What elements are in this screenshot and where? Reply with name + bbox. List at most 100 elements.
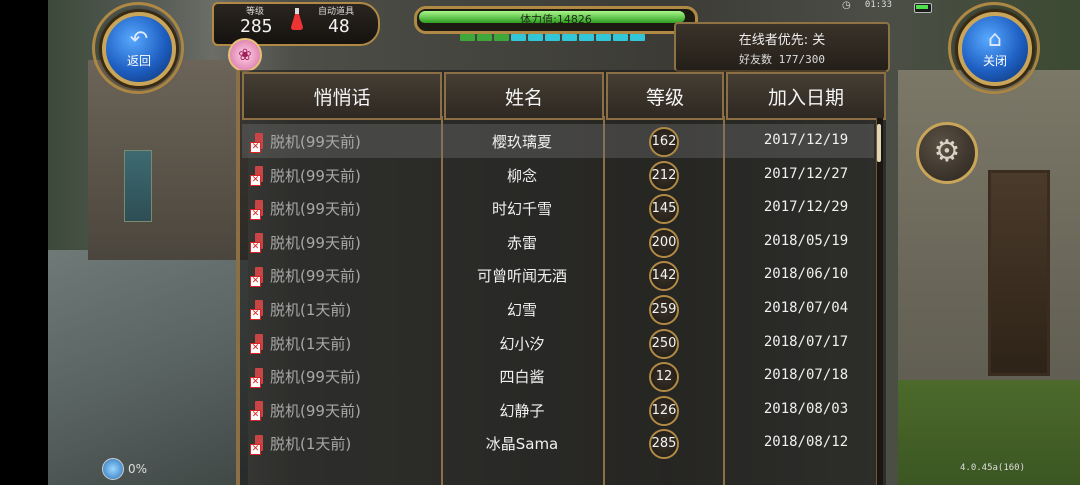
status-text: 脱机(99天前): [270, 166, 361, 185]
stamina-text: 体力值:14826: [520, 13, 592, 26]
scroll-thumb[interactable]: [877, 124, 881, 162]
friend-row[interactable]: ✕ 脱机(99天前) 赤雷 200 2018/05/19: [242, 225, 874, 259]
level-badge: 162: [649, 127, 679, 157]
energy-segment: [579, 34, 594, 41]
level-value: 285: [240, 16, 273, 37]
column-header-name[interactable]: 姓名: [444, 72, 604, 120]
gear-icon: ⚙: [933, 134, 961, 169]
whisper-status[interactable]: ✕ 脱机(99天前): [250, 232, 361, 254]
panel-border: [236, 70, 240, 485]
join-date: 2018/08/03: [763, 400, 849, 417]
status-text: 脱机(1天前): [270, 334, 352, 353]
energy-segment: [511, 34, 526, 41]
energy-segment: [528, 34, 543, 41]
join-date: 2018/05/19: [763, 232, 849, 249]
friend-row[interactable]: ✕ 脱机(1天前) 冰晶Sama 285 2018/08/12: [242, 426, 874, 460]
energy-segment: [562, 34, 577, 41]
energy-segment: [630, 34, 645, 41]
join-date: 2017/12/19: [763, 132, 849, 148]
status-text: 脱机(99天前): [270, 267, 361, 286]
level-badge: 212: [649, 160, 679, 191]
potion-icon: [291, 8, 303, 30]
friend-row[interactable]: ✕ 脱机(99天前) 时幻千雪 145 2017/12/29: [242, 191, 874, 225]
level-badge: 142: [649, 261, 679, 292]
offline-icon: ✕: [250, 401, 268, 422]
home-icon: ⌂: [988, 27, 1002, 52]
stamina-bar: 体力值:14826: [414, 6, 698, 34]
friend-row[interactable]: ✕ 脱机(99天前) 四白酱 12 2018/07/18: [242, 359, 874, 393]
level-badge: 145: [649, 194, 679, 225]
offline-icon: ✕: [250, 199, 268, 220]
level-badge: 250: [649, 328, 679, 359]
energy-segment: [460, 34, 475, 41]
street: [48, 250, 248, 485]
column-header-join-date[interactable]: 加入日期: [726, 72, 886, 120]
battery-icon: [914, 3, 932, 13]
column-header-level[interactable]: 等级: [606, 72, 724, 120]
settings-button[interactable]: ⚙: [916, 122, 978, 184]
whisper-status[interactable]: ✕ 脱机(1天前): [250, 433, 352, 455]
online-priority-toggle[interactable]: 在线者优先: 关 好友数 177/300: [674, 22, 890, 72]
loading-orb-icon: [102, 458, 124, 480]
level-badge: 259: [649, 294, 679, 325]
join-date: 2018/07/18: [763, 367, 849, 384]
level-badge: 126: [649, 395, 679, 426]
close-button[interactable]: ⌂ 关闭: [958, 12, 1032, 86]
offline-icon: ✕: [250, 367, 268, 388]
status-text: 脱机(1天前): [270, 435, 352, 454]
friend-name: 四白酱: [499, 368, 545, 387]
status-text: 脱机(99天前): [270, 133, 361, 151]
friend-count: 好友数 177/300: [739, 53, 825, 66]
whisper-status[interactable]: ✕ 脱机(1天前): [250, 333, 352, 355]
friend-row[interactable]: ✕ 脱机(99天前) 樱玖璃夏 162 2017/12/19: [242, 124, 874, 158]
friend-name: 幻静子: [499, 401, 545, 420]
building-left: [88, 60, 248, 260]
column-header-whisper[interactable]: 悄悄话: [242, 72, 442, 120]
friend-row[interactable]: ✕ 脱机(1天前) 幻小汐 250 2018/07/17: [242, 326, 874, 360]
offline-icon: ✕: [250, 266, 268, 287]
status-text: 脱机(99天前): [270, 233, 361, 252]
whisper-status[interactable]: ✕ 脱机(99天前): [250, 366, 361, 388]
join-date: 2018/07/17: [763, 333, 849, 350]
whisper-status[interactable]: ✕ 脱机(99天前): [250, 400, 361, 422]
auto-item-value: 48: [328, 16, 350, 37]
back-arrow-icon: ↶: [129, 27, 149, 52]
friend-row[interactable]: ✕ 脱机(99天前) 幻静子 126 2018/08/03: [242, 393, 874, 427]
whisper-status[interactable]: ✕ 脱机(99天前): [250, 265, 361, 287]
scrollbar[interactable]: [876, 118, 883, 485]
offline-icon: ✕: [250, 132, 268, 153]
join-date: 2018/08/12: [763, 434, 849, 451]
friend-name: 赤雷: [506, 233, 537, 252]
friend-name: 樱玖璃夏: [491, 133, 552, 151]
whisper-status[interactable]: ✕ 脱机(99天前): [250, 198, 361, 220]
loading-percent: 0%: [128, 462, 148, 476]
offline-icon: ✕: [250, 334, 268, 355]
friend-row[interactable]: ✕ 脱机(99天前) 柳念 212 2017/12/27: [242, 158, 874, 192]
status-text: 脱机(99天前): [270, 401, 361, 420]
friend-row[interactable]: ✕ 脱机(1天前) 幻雪 259 2018/07/04: [242, 292, 874, 326]
level-badge: 285: [649, 429, 679, 460]
friend-row[interactable]: ✕ 脱机(99天前) 可曾听闻无酒 142 2018/06/10: [242, 258, 874, 292]
friend-name: 冰晶Sama: [485, 435, 559, 454]
friend-list: ✕ 脱机(99天前) 樱玖璃夏 162 2017/12/19 ✕ 脱机(99天前) …: [242, 124, 874, 485]
back-button[interactable]: ↶ 返回: [102, 12, 176, 86]
whisper-status[interactable]: ✕ 脱机(99天前): [250, 131, 361, 153]
offline-icon: ✕: [250, 434, 268, 455]
loading-indicator: 0%: [102, 458, 147, 480]
whisper-status[interactable]: ✕ 脱机(1天前): [250, 299, 351, 321]
level-badge: 12: [649, 362, 679, 393]
join-date: 2018/06/10: [763, 266, 849, 283]
energy-segment: [494, 34, 509, 41]
friend-name: 幻小汐: [499, 334, 545, 353]
energy-segment: [613, 34, 628, 41]
status-text: 脱机(99天前): [270, 200, 361, 219]
join-date: 2017/12/29: [763, 199, 849, 216]
version-label: 4.0.45a(160): [960, 463, 1026, 473]
whisper-status[interactable]: ✕ 脱机(99天前): [250, 165, 361, 187]
close-label: 关闭: [982, 54, 1007, 68]
friend-name: 时幻千雪: [491, 200, 552, 219]
offline-icon: ✕: [250, 233, 268, 254]
energy-segment: [596, 34, 611, 41]
gift-icon[interactable]: ❀: [228, 38, 262, 72]
friend-name: 柳念: [506, 166, 537, 185]
